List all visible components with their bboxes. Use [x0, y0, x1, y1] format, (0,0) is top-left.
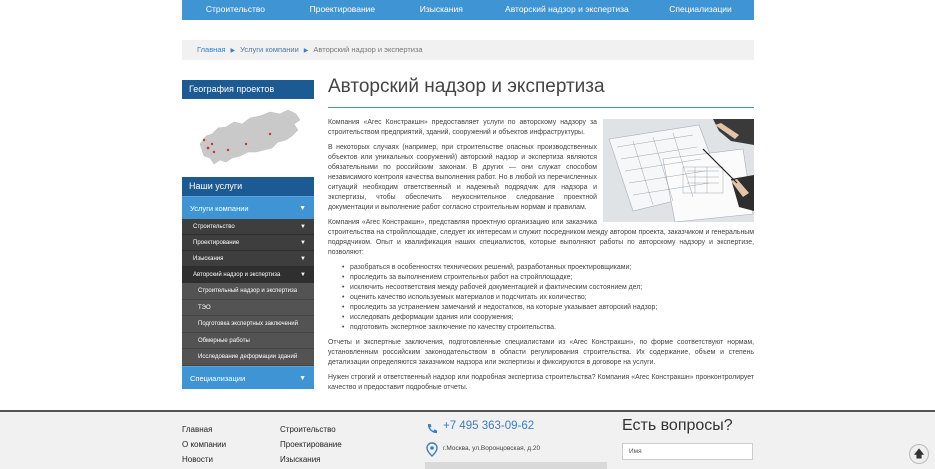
sidebar-menu: Услуги компании ▼ Строительство ▼ Проектир…	[182, 196, 314, 389]
title-divider	[328, 107, 754, 108]
paragraph-5: Нужен строгий и ответственный надзор или…	[328, 374, 754, 391]
arrow-up-icon: 🡅	[913, 448, 925, 460]
sidebar-subitem-teo[interactable]: ТЭО	[182, 299, 314, 316]
location-pin-icon	[426, 442, 438, 462]
sidebar-item-label: Специализации	[190, 373, 246, 383]
sidebar-subitem-expert-reports[interactable]: Подготовка экспертных заключений	[182, 316, 314, 333]
contact-title: Есть вопросы?	[622, 417, 733, 434]
geo-title: География проектов	[182, 80, 314, 99]
chevron-down-icon: ▼	[300, 256, 306, 262]
topnav-construction[interactable]: Строительство	[182, 0, 289, 20]
paragraph-3: Компания «Агес Констракшн», представляя …	[328, 219, 754, 256]
chevron-down-icon: ▼	[300, 272, 306, 278]
topnav-design[interactable]: Проектирование	[289, 0, 396, 20]
list-item: оценить качество используемых материалов…	[342, 293, 754, 303]
sidebar-item-surveys[interactable]: Изыскания ▼	[182, 251, 314, 267]
chevron-down-icon: ▼	[300, 224, 306, 230]
chevron-down-icon: ▼	[300, 240, 306, 246]
chevron-down-icon: ▼	[299, 205, 306, 212]
list-item: разобраться в особенностях технических р…	[342, 263, 754, 273]
footer-map[interactable]	[425, 462, 607, 469]
footer-link-news[interactable]: Новости	[182, 452, 226, 467]
scroll-top-button[interactable]: 🡅	[909, 444, 929, 464]
sidebar-item-specializations[interactable]: Специализации ▼	[182, 365, 314, 389]
sidebar-item-label: Услуги компании	[190, 204, 249, 213]
page-title: Авторский надзор и экспертиза	[328, 76, 605, 97]
list-item: проследить за выполнением строительных р…	[342, 273, 754, 283]
sidebar-subitem-measurements[interactable]: Обмерные работы	[182, 332, 314, 349]
footer-link-design[interactable]: Проектирование	[280, 437, 342, 452]
footer-links-1: Главная О компании Новости	[182, 422, 226, 467]
topnav-specializations[interactable]: Специализации	[647, 0, 754, 20]
sidebar-item-label: Строительство	[193, 224, 235, 230]
chevron-down-icon: ▼	[299, 374, 306, 382]
sidebar-item-company-services[interactable]: Услуги компании ▼	[182, 196, 314, 219]
services-title: Наши услуги	[182, 177, 314, 196]
topnav-supervision[interactable]: Авторский надзор и экспертиза	[487, 0, 647, 20]
blueprints-photo	[603, 119, 754, 222]
footer-link-surveys[interactable]: Изыскания	[280, 452, 342, 467]
address: г.Москва, ул.Воронцовская, д.20	[443, 445, 541, 452]
benefits-list: разобраться в особенностях технических р…	[342, 263, 754, 333]
breadcrumb-arrow-icon: ▶	[303, 48, 309, 54]
phone-icon	[426, 422, 438, 440]
breadcrumb-current: Авторский надзор и экспертиза	[313, 45, 423, 54]
sidebar-subitem-construction-supervision[interactable]: Строительный надзор и экспертиза	[182, 283, 314, 300]
sidebar-item-design[interactable]: Проектирование ▼	[182, 235, 314, 251]
phone-number[interactable]: +7 495 363-09-62	[443, 420, 534, 432]
breadcrumb-arrow-icon: ▶	[230, 48, 236, 54]
list-item: исключить несоответствия между рабочей д…	[342, 283, 754, 293]
russia-map[interactable]	[182, 100, 314, 170]
footer-link-about[interactable]: О компании	[182, 437, 226, 452]
sidebar-subitem-deformation-study[interactable]: Исследование деформации зданий	[182, 349, 314, 366]
footer-link-construction[interactable]: Строительство	[280, 422, 342, 437]
sidebar-item-label: Авторский надзор и экспертиза	[193, 272, 281, 278]
breadcrumb-home[interactable]: Главная	[197, 45, 226, 54]
sidebar-item-supervision[interactable]: Авторский надзор и экспертиза ▼	[182, 267, 314, 283]
paragraph-4: Отчеты и экспертные заключения, подготов…	[328, 339, 754, 366]
breadcrumb-services[interactable]: Услуги компании	[240, 45, 299, 54]
topnav-surveys[interactable]: Изыскания	[396, 0, 487, 20]
list-item: проследить за устранением замечаний и не…	[342, 303, 754, 313]
sidebar-item-label: Проектирование	[193, 240, 240, 246]
name-input[interactable]: Имя	[622, 443, 753, 460]
list-item: исследовать деформации здания или сооруж…	[342, 313, 754, 323]
footer-link-home[interactable]: Главная	[182, 422, 226, 437]
sidebar-item-label: Изыскания	[193, 256, 224, 262]
footer-links-2: Строительство Проектирование Изыскания	[280, 422, 342, 467]
sidebar-item-construction[interactable]: Строительство ▼	[182, 219, 314, 235]
footer: Главная О компании Новости Строительство…	[0, 410, 935, 469]
list-item: подготовить экспертное заключение по кач…	[342, 323, 754, 333]
top-navigation: Строительство Проектирование Изыскания А…	[182, 0, 754, 20]
article-content: Компания «Агес Констракшн» предоставляет…	[328, 118, 754, 398]
breadcrumb: Главная ▶ Услуги компании ▶ Авторский надзор…	[182, 40, 754, 60]
page: Строительство Проектирование Изыскания А…	[0, 0, 935, 469]
